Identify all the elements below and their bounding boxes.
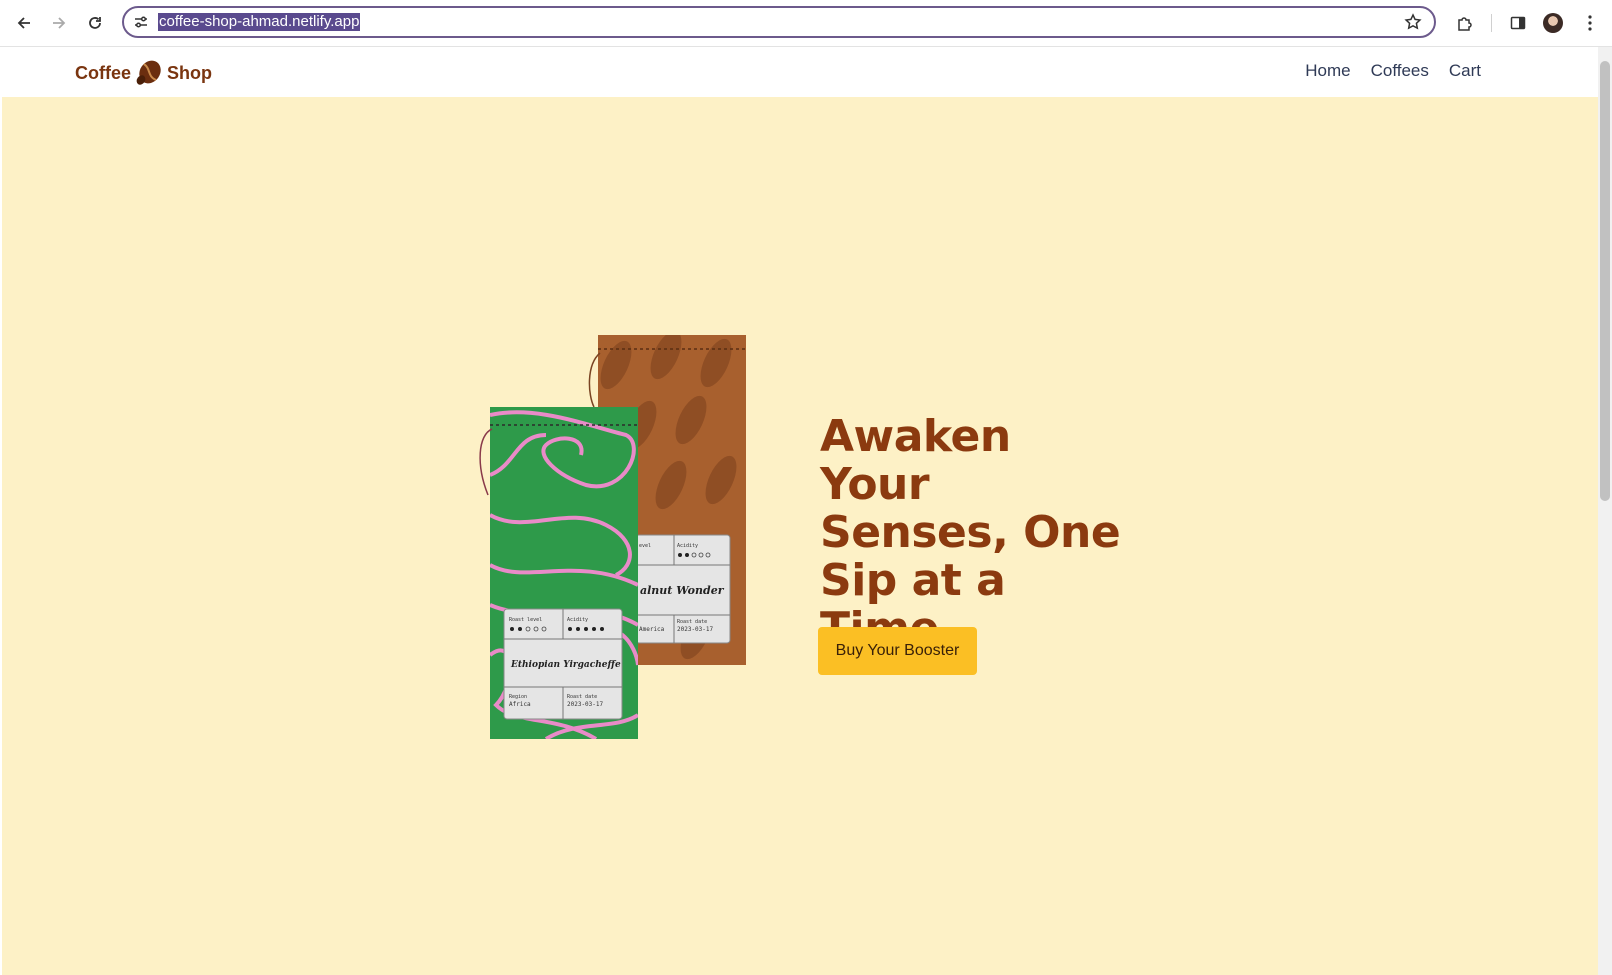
site-header: Coffee Shop Home Coffees Cart bbox=[2, 47, 1598, 97]
reload-button[interactable] bbox=[80, 8, 110, 38]
forward-button[interactable] bbox=[44, 8, 74, 38]
toolbar-separator bbox=[1491, 14, 1492, 32]
hero-title: Awaken Your Senses, One Sip at a Time. bbox=[820, 411, 1121, 653]
coffee-bags-image: evel Acidity alnut Wonder America Roast … bbox=[479, 335, 746, 739]
brand-logo[interactable]: Coffee Shop bbox=[75, 60, 212, 86]
page-scrollbar[interactable] bbox=[1598, 47, 1612, 975]
site-nav: Home Coffees Cart bbox=[1305, 61, 1481, 81]
browser-toolbar: coffee-shop-ahmad.netlify.app bbox=[0, 0, 1612, 47]
coffee-shop-page: Coffee Shop Home Coffees Cart evel Acidi… bbox=[2, 47, 1598, 975]
front-bag-name: Ethiopian Yirgacheffe bbox=[510, 660, 621, 670]
extensions-button[interactable] bbox=[1450, 8, 1480, 38]
nav-coffees[interactable]: Coffees bbox=[1371, 61, 1429, 81]
coffee-bean-icon bbox=[136, 60, 161, 85]
hero-text: Awaken Your Senses, One Sip at a Time. bbox=[820, 413, 1130, 653]
avatar bbox=[1543, 13, 1563, 33]
back-roast-label: evel bbox=[639, 543, 651, 549]
brand-text-left: Coffee bbox=[75, 62, 132, 83]
tune-icon[interactable] bbox=[133, 14, 149, 34]
profile-button[interactable] bbox=[1538, 8, 1568, 38]
url-text[interactable]: coffee-shop-ahmad.netlify.app bbox=[158, 13, 361, 31]
reload-icon bbox=[89, 17, 101, 29]
nav-cart[interactable]: Cart bbox=[1449, 61, 1481, 81]
back-acidity-label: Acidity bbox=[677, 543, 698, 549]
back-date-label: Roast date bbox=[677, 619, 707, 625]
scrollbar-thumb[interactable] bbox=[1600, 61, 1610, 501]
back-button[interactable] bbox=[9, 8, 39, 38]
star-icon[interactable] bbox=[1404, 13, 1422, 35]
menu-button[interactable] bbox=[1575, 8, 1605, 38]
brand-text-right: Shop bbox=[167, 62, 213, 83]
side-panel-button[interactable] bbox=[1503, 8, 1533, 38]
front-acidity-label: Acidity bbox=[567, 617, 588, 623]
side-panel-icon bbox=[1510, 16, 1526, 30]
back-region: America bbox=[639, 626, 665, 633]
arrow-right-icon bbox=[53, 17, 66, 29]
front-date: 2023-03-17 bbox=[567, 701, 604, 708]
front-region-label: Region bbox=[509, 694, 527, 700]
buy-your-booster-button[interactable]: Buy Your Booster bbox=[818, 627, 977, 675]
puzzle-icon bbox=[1458, 17, 1472, 31]
back-bag-name: alnut Wonder bbox=[640, 584, 725, 597]
front-roast-label: Roast level bbox=[509, 617, 542, 623]
kebab-menu-icon bbox=[1588, 15, 1592, 31]
arrow-left-icon bbox=[17, 17, 30, 29]
back-date: 2023-03-17 bbox=[677, 626, 714, 633]
front-date-label: Roast date bbox=[567, 694, 597, 700]
nav-home[interactable]: Home bbox=[1305, 61, 1350, 81]
front-region: Africa bbox=[509, 701, 531, 708]
address-bar[interactable]: coffee-shop-ahmad.netlify.app bbox=[122, 6, 1436, 38]
